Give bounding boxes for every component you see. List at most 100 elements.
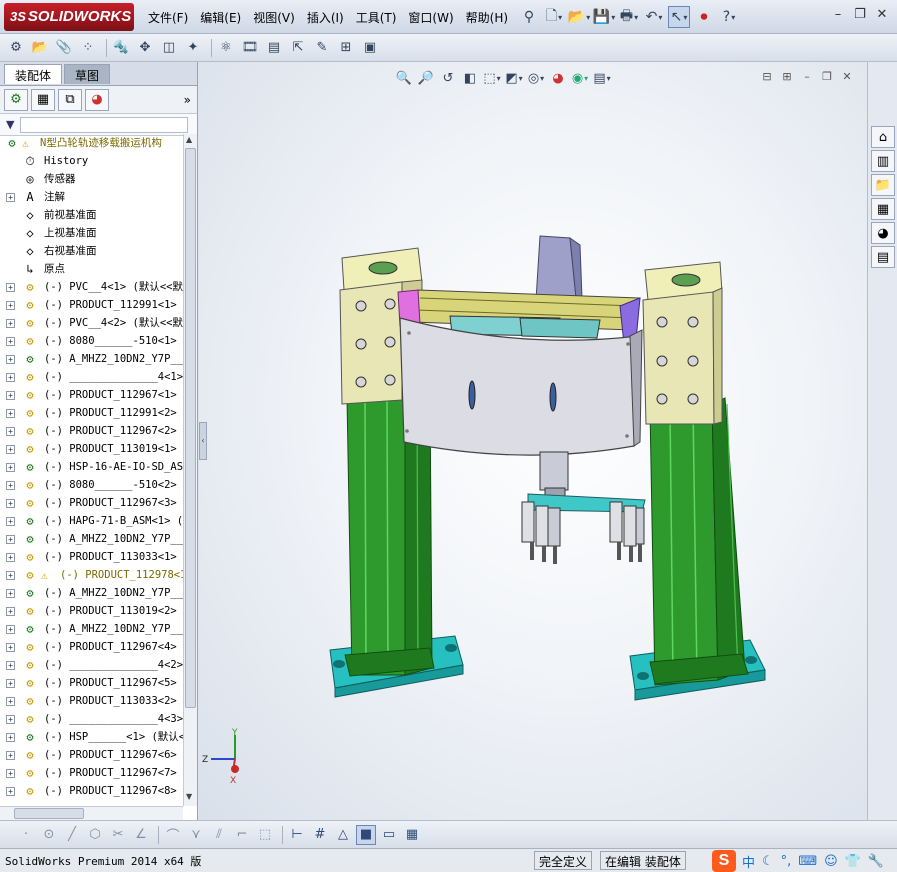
menu-file[interactable]: 文件(F)	[148, 9, 188, 26]
reference-geometry-icon[interactable]: ⚛	[216, 38, 236, 58]
new-motion-study-icon[interactable]: 🎞	[240, 38, 260, 58]
undo-icon[interactable]: ↶ ▾	[643, 6, 665, 28]
tree-item[interactable]: + ⚙ (-) A_MHZ2_10DN2_Y7P__9	[0, 530, 183, 548]
open-folder-icon[interactable]: 📂 ▾	[568, 6, 590, 28]
configuration-manager-icon[interactable]: ⧉	[58, 88, 82, 111]
save-icon[interactable]: 💾 ▾	[593, 6, 615, 28]
dimension-icon[interactable]: ⊢	[287, 825, 307, 845]
tree-item[interactable]: + ⚙ (-) PRODUCT_113033<1> (	[0, 548, 183, 566]
expand-toggle-icon[interactable]: +	[6, 445, 15, 454]
instant3d-icon[interactable]: ✎	[312, 38, 332, 58]
tree-item[interactable]: + ⚙ (-) ______________4<1>	[0, 368, 183, 386]
display-manager-icon[interactable]: ◕	[85, 88, 109, 111]
expand-toggle-icon[interactable]: +	[6, 517, 15, 526]
close-icon[interactable]: ✕	[871, 7, 893, 25]
tree-horizontal-scrollbar[interactable]	[0, 806, 183, 820]
expand-toggle-icon[interactable]: +	[6, 463, 15, 472]
left-column[interactable]	[346, 397, 406, 676]
user-icon[interactable]: ☺	[824, 854, 838, 869]
hscrollbar-thumb[interactable]	[14, 808, 84, 819]
right-side-block[interactable]	[642, 291, 715, 425]
expand-toggle-icon[interactable]: +	[6, 409, 15, 418]
scroll-up-icon[interactable]: ▲	[186, 135, 192, 144]
line-icon[interactable]: ╱	[62, 825, 82, 845]
tree-item[interactable]: ⏱ History	[0, 152, 183, 170]
tree-item[interactable]: + ⚙ (-) PRODUCT_112967<2> (	[0, 422, 183, 440]
expand-toggle-icon[interactable]: +	[6, 355, 15, 364]
new-document-icon[interactable]: 🗋 ▾	[543, 6, 565, 28]
filter-icon[interactable]: ▼	[6, 118, 14, 131]
trim-icon[interactable]: ✂	[108, 825, 128, 845]
soft-keyboard-icon[interactable]: ⌨	[798, 854, 817, 869]
polygon-icon[interactable]: ⬡	[85, 825, 105, 845]
expand-toggle-icon[interactable]: +	[6, 607, 15, 616]
tab-sketch[interactable]: 草图	[64, 64, 111, 84]
sogou-ime-logo[interactable]: S	[712, 850, 736, 872]
graphics-viewport[interactable]: ‹ 🔍 🔎 ↺ ◧ ⬚ ▾ ◩ ▾ ◎ ▾ ◕ ◉ ▾ ▤ ▾ ⊟ ⊞ – ❐ ✕	[199, 62, 867, 820]
expand-toggle-icon[interactable]: +	[6, 751, 15, 760]
print-icon[interactable]: 🖶 ▾	[618, 6, 640, 28]
menu-help[interactable]: 帮助(H)	[466, 9, 508, 26]
menu-insert[interactable]: 插入(I)	[307, 9, 344, 26]
restore-icon[interactable]: ❐	[849, 7, 871, 25]
tree-item[interactable]: + ⚙ (-) HAPG-71-B_ASM<1> (默	[0, 512, 183, 530]
expand-toggle-icon[interactable]: +	[6, 679, 15, 688]
tree-item[interactable]: + ⚙ (-) 8080______-510<1> (	[0, 332, 183, 350]
pin-icon[interactable]: ⚲	[518, 6, 540, 28]
tree-item[interactable]: + ⚙ (-) PRODUCT_113019<1> (	[0, 440, 183, 458]
tree-item[interactable]: + ⚙ (-) PRODUCT_113033<2> (	[0, 692, 183, 710]
tree-item[interactable]: + ⚙ (-) A_MHZ2_10DN2_Y7P__9	[0, 350, 183, 368]
tree-item[interactable]: + ⚙ (-) PRODUCT_112967<7> (	[0, 764, 183, 782]
single-view-icon[interactable]: ▭	[379, 825, 399, 845]
expand-toggle-icon[interactable]: +	[6, 427, 15, 436]
vertical-motor[interactable]	[535, 235, 577, 301]
expand-toggle-icon[interactable]: +	[6, 553, 15, 562]
tree-item[interactable]: + A 注解	[0, 188, 183, 206]
expand-toggle-icon[interactable]: +	[6, 481, 15, 490]
move-component-icon[interactable]: ✥	[135, 38, 155, 58]
tools-wrench-icon[interactable]: 🔧	[868, 854, 884, 869]
smart-fasteners-icon[interactable]: 🔩	[111, 38, 131, 58]
scroll-down-icon[interactable]: ▼	[186, 792, 192, 801]
filter-input[interactable]	[20, 116, 189, 133]
tree-item[interactable]: ◎ 传感器	[0, 170, 183, 188]
menu-view[interactable]: 视图(V)	[253, 9, 295, 26]
tree-item[interactable]: + ⚙ (-) 8080______-510<2> (	[0, 476, 183, 494]
expand-toggle-icon[interactable]: +	[6, 643, 15, 652]
expand-toggle-icon[interactable]: +	[6, 337, 15, 346]
curved-front-cover[interactable]	[399, 317, 639, 456]
exploded-view-icon[interactable]: ⇱	[288, 38, 308, 58]
menu-window[interactable]: 窗口(W)	[408, 9, 453, 26]
tree-item[interactable]: + ⚙ (-) PRODUCT_112967<6> (	[0, 746, 183, 764]
expand-toggle-icon[interactable]: +	[6, 571, 15, 580]
expand-toggle-icon[interactable]: +	[6, 589, 15, 598]
expand-toggle-icon[interactable]: +	[6, 319, 15, 328]
scrollbar-thumb[interactable]	[185, 148, 196, 708]
tree-item[interactable]: + ⚙ (-) PVC__4<1> (默认<<默	[0, 278, 183, 296]
menu-edit[interactable]: 编辑(E)	[200, 9, 241, 26]
tree-item[interactable]: + ⚙ (-) PRODUCT_113019<2> (	[0, 602, 183, 620]
four-view-icon[interactable]: ▦	[402, 825, 422, 845]
tree-item[interactable]: + ⚙ (-) A_MHZ2_10DN2_Y7P__9	[0, 620, 183, 638]
menu-tools[interactable]: 工具(T)	[356, 9, 397, 26]
edit-component-icon[interactable]: ⚙	[6, 38, 26, 58]
expand-toggle-icon[interactable]: +	[6, 301, 15, 310]
expand-toggle-icon[interactable]: +	[6, 661, 15, 670]
tree-item[interactable]: + ⚙ (-) ______________4<3>	[0, 710, 183, 728]
tree-item[interactable]: ◇ 上视基准面	[0, 224, 183, 242]
rectangle-icon[interactable]: ⬚	[255, 825, 275, 845]
tab-assembly[interactable]: 装配体	[4, 64, 63, 84]
home-icon[interactable]: ⌂	[871, 126, 895, 148]
tree-item[interactable]: + ⚙ (-) A_MHZ2_10DN2_Y7P__9	[0, 584, 183, 602]
assembly-3d-model[interactable]	[199, 62, 867, 820]
expand-toggle-icon[interactable]: +	[6, 373, 15, 382]
property-manager-icon[interactable]: ▦	[31, 88, 55, 111]
expand-toggle-icon[interactable]: +	[6, 733, 15, 742]
expand-toggle-icon[interactable]: +	[6, 787, 15, 796]
vertical-actuator[interactable]	[539, 451, 569, 491]
construction-icon[interactable]: ⫽	[209, 825, 229, 845]
expand-toggle-icon[interactable]: +	[6, 715, 15, 724]
tree-item[interactable]: + ⚙ (-) HSP______<1> (默认<	[0, 728, 183, 746]
tree-item[interactable]: + ⚙ ⚠ (-) PRODUCT_112978<1	[0, 566, 183, 584]
tree-item[interactable]: + ⚙ (-) PRODUCT_112991<2> (	[0, 404, 183, 422]
